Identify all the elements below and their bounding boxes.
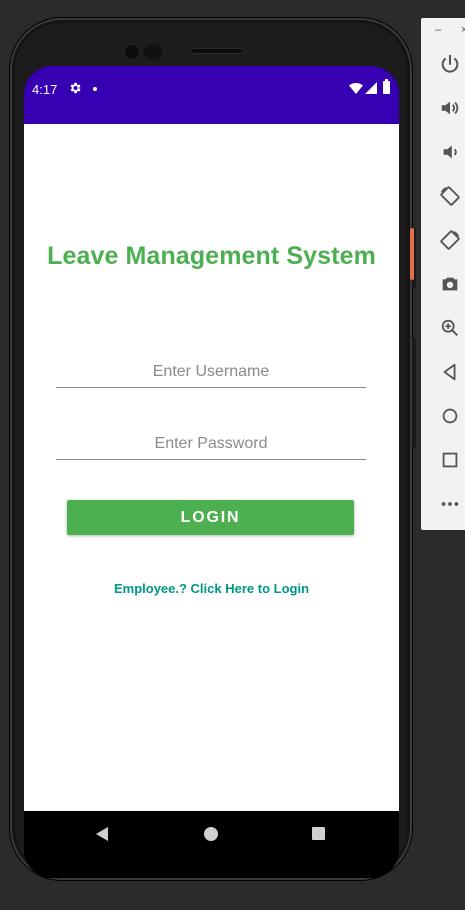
rotate-left-icon[interactable]: [439, 185, 461, 207]
more-icon[interactable]: [439, 493, 461, 515]
power-icon[interactable]: [439, 53, 461, 75]
settings-gear-icon: [70, 82, 81, 94]
volume-down-icon[interactable]: [439, 141, 461, 163]
earpiece-speaker: [191, 48, 243, 54]
phone-frame: 4:17 Leave Management System LOGIN Emplo…: [10, 18, 416, 880]
emulator-accent-bar: [410, 228, 414, 280]
status-time: 4:17: [32, 82, 58, 97]
nav-back-icon[interactable]: [94, 826, 110, 842]
power-side-button: [412, 338, 416, 448]
emulator-window-controls: – ×: [421, 18, 465, 44]
employee-login-link[interactable]: Employee.? Click Here to Login: [24, 581, 399, 596]
home-icon[interactable]: [439, 405, 461, 427]
battery-icon: [383, 79, 390, 94]
front-camera: [122, 42, 142, 62]
password-input[interactable]: [56, 429, 366, 460]
zoom-icon[interactable]: [439, 317, 461, 339]
back-icon[interactable]: [439, 361, 461, 383]
camera-icon[interactable]: [439, 273, 461, 295]
navigation-bar: [24, 811, 399, 878]
minimize-button[interactable]: –: [435, 24, 441, 36]
close-button[interactable]: ×: [461, 24, 465, 36]
notification-dot-icon: [93, 87, 97, 91]
wifi-icon: [349, 82, 363, 94]
nav-recents-icon[interactable]: [312, 827, 325, 840]
overview-icon[interactable]: [439, 449, 461, 471]
phone-screen: 4:17 Leave Management System LOGIN Emplo…: [24, 66, 399, 878]
emulator-toolbar: – ×: [421, 18, 465, 530]
app-title: Leave Management System: [47, 242, 376, 270]
camera-sensor: [144, 44, 162, 60]
rotate-right-icon[interactable]: [439, 229, 461, 251]
login-screen: Leave Management System LOGIN Employee.?…: [24, 124, 399, 811]
login-button[interactable]: LOGIN: [67, 500, 354, 535]
volume-up-icon[interactable]: [439, 97, 461, 119]
nav-home-icon[interactable]: [204, 827, 218, 841]
status-bar: 4:17: [24, 66, 399, 124]
cell-signal-icon: [365, 82, 377, 94]
username-input[interactable]: [56, 357, 366, 388]
